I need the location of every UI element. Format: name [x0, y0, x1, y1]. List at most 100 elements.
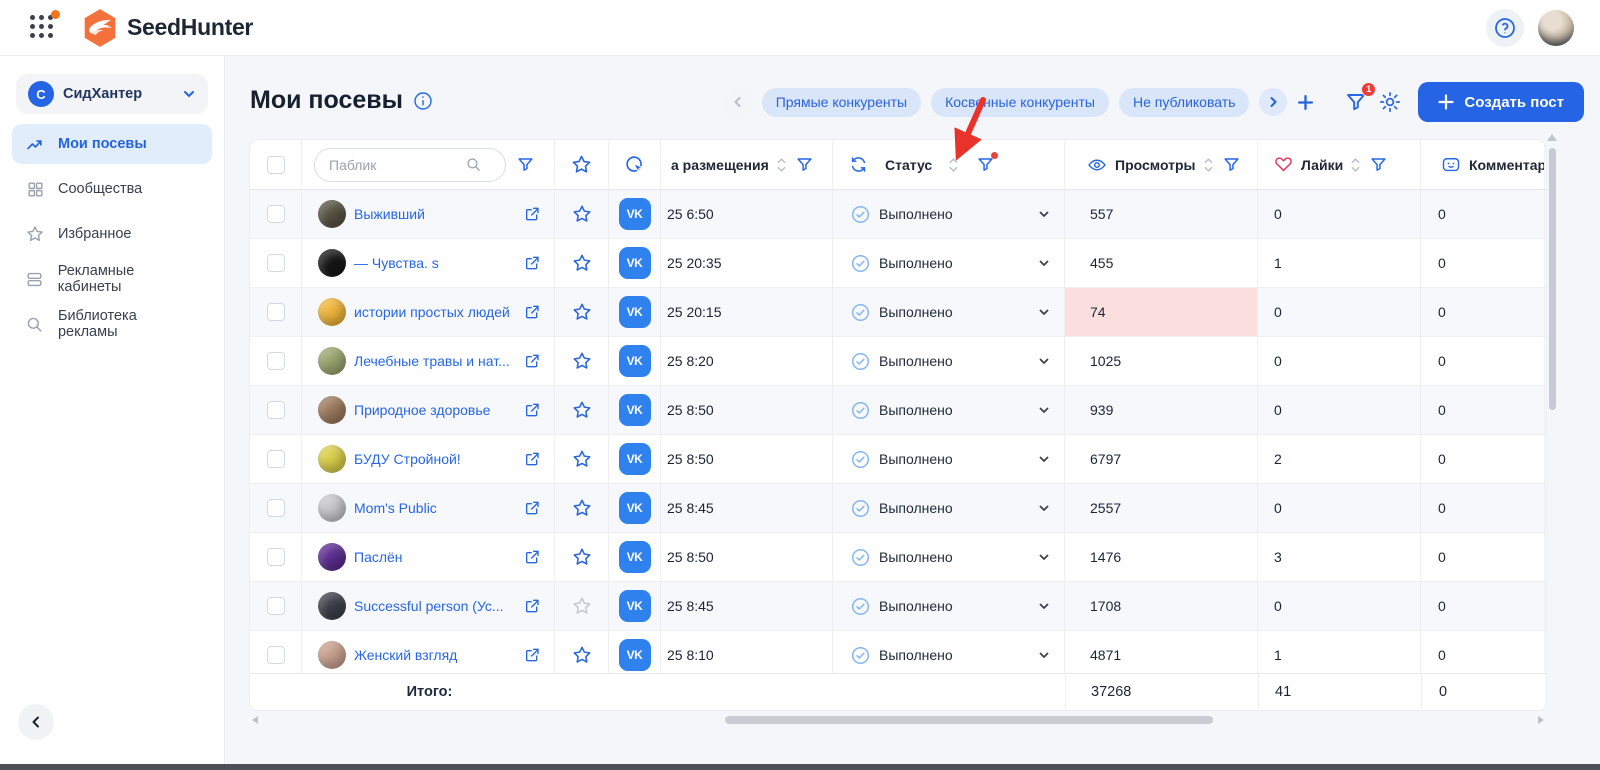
community-link[interactable]: — Чувства. ѕ: [354, 255, 516, 271]
likes-value: 0: [1274, 304, 1282, 320]
views-sort-control[interactable]: [1203, 157, 1213, 172]
table-body: Выживший VK 25 6:50 Выполнено 557 0 0 — …: [250, 190, 1546, 673]
community-link[interactable]: БУДУ Стройной!: [354, 451, 516, 467]
favorite-star-icon[interactable]: [571, 546, 593, 568]
tab-do-not-publish[interactable]: Не публиковать: [1118, 87, 1250, 117]
sidebar-item-ad-library[interactable]: Библиотека рекламы: [12, 304, 212, 344]
favorites-column-icon[interactable]: [570, 153, 593, 176]
scroll-right-arrow[interactable]: [1538, 716, 1544, 724]
add-tab-button[interactable]: [1297, 94, 1314, 111]
collapse-sidebar-button[interactable]: [18, 704, 54, 740]
account-switcher[interactable]: С СидХантер: [16, 74, 208, 114]
external-link-icon[interactable]: [524, 255, 540, 271]
horizontal-scrollbar[interactable]: [250, 714, 1546, 726]
help-icon[interactable]: [1486, 8, 1524, 47]
status-dropdown-chevron[interactable]: [1038, 649, 1050, 661]
external-link-icon[interactable]: [524, 353, 540, 369]
vk-icon: VK: [618, 247, 651, 279]
external-link-icon[interactable]: [524, 500, 540, 516]
row-checkbox[interactable]: [266, 303, 285, 321]
community-link[interactable]: Паслён: [354, 549, 516, 565]
favorite-star-icon[interactable]: [571, 497, 593, 519]
views-filter-funnel-icon[interactable]: [1222, 155, 1241, 174]
seedhunter-logo[interactable]: SeedHunter: [82, 8, 253, 48]
community-link[interactable]: Выживший: [354, 206, 516, 222]
status-dropdown-chevron[interactable]: [1038, 208, 1050, 220]
user-avatar[interactable]: [1538, 9, 1574, 46]
favorite-star-icon[interactable]: [571, 301, 593, 323]
external-link-icon[interactable]: [524, 402, 540, 418]
sidebar-item-favorites[interactable]: Избранное: [12, 214, 212, 254]
status-dropdown-chevron[interactable]: [1038, 404, 1050, 416]
status-check-icon: [851, 205, 870, 224]
sidebar-item-ad-cabinets[interactable]: Рекламные кабинеты: [12, 259, 212, 299]
favorite-star-icon[interactable]: [571, 252, 593, 274]
external-link-icon[interactable]: [524, 451, 540, 467]
scroll-left-arrow[interactable]: [252, 716, 258, 724]
external-link-icon[interactable]: [524, 304, 540, 320]
external-link-icon[interactable]: [524, 598, 540, 614]
tabs-scroll-right-button[interactable]: [1259, 88, 1288, 116]
external-link-icon[interactable]: [524, 206, 540, 222]
favorite-star-icon[interactable]: [571, 203, 593, 225]
views-value: 4871: [1090, 647, 1122, 663]
date-sort-control[interactable]: [777, 157, 786, 172]
status-dropdown-chevron[interactable]: [1038, 502, 1050, 514]
row-checkbox[interactable]: [266, 352, 285, 370]
sidebar-item-my-seeds[interactable]: Мои посевы: [12, 124, 212, 164]
row-checkbox[interactable]: [266, 450, 285, 468]
row-checkbox[interactable]: [266, 401, 285, 419]
status-sort-control[interactable]: [949, 157, 958, 172]
external-link-icon[interactable]: [524, 549, 540, 565]
tab-indirect-competitors[interactable]: Косвенные конкуренты: [931, 87, 1109, 117]
public-filter-funnel-icon[interactable]: [516, 155, 535, 174]
settings-button[interactable]: [1378, 90, 1402, 114]
sidebar: С СидХантер Мои посевы Сообщества Избран…: [0, 56, 225, 764]
community-link[interactable]: Лечебные травы и нат...: [354, 353, 516, 369]
status-dropdown-chevron[interactable]: [1038, 600, 1050, 612]
status-dropdown-chevron[interactable]: [1038, 355, 1050, 367]
favorite-star-icon[interactable]: [571, 448, 593, 470]
public-search-input[interactable]: [329, 156, 459, 173]
row-checkbox[interactable]: [266, 205, 285, 223]
external-link-icon[interactable]: [524, 647, 540, 663]
status-dropdown-chevron[interactable]: [1038, 257, 1050, 269]
community-link[interactable]: Successful person (Ус...: [354, 598, 516, 614]
status-refresh-icon[interactable]: [849, 155, 868, 174]
status-dropdown-chevron[interactable]: [1038, 551, 1050, 563]
community-link[interactable]: Mom's Public: [354, 500, 516, 516]
favorite-star-icon[interactable]: [571, 350, 593, 372]
favorite-star-icon[interactable]: [571, 644, 593, 666]
sidebar-item-communities[interactable]: Сообщества: [12, 169, 212, 209]
create-post-button[interactable]: Создать пост: [1418, 82, 1584, 122]
community-link[interactable]: истории простых людей: [354, 304, 516, 320]
info-icon[interactable]: [413, 91, 433, 111]
scroll-up-arrow[interactable]: [1547, 134, 1557, 141]
row-checkbox[interactable]: [266, 597, 285, 615]
row-checkbox[interactable]: [266, 548, 285, 566]
table-row: Mom's Public VK 25 8:45 Выполнено 2557 0…: [250, 484, 1546, 533]
likes-filter-funnel-icon[interactable]: [1369, 155, 1388, 174]
community-link[interactable]: Женский взгляд: [354, 647, 516, 663]
vertical-scrollbar[interactable]: [1547, 134, 1557, 708]
status-dropdown-chevron[interactable]: [1038, 453, 1050, 465]
row-checkbox[interactable]: [266, 646, 285, 664]
community-link[interactable]: Природное здоровье: [354, 402, 516, 418]
row-checkbox[interactable]: [266, 499, 285, 517]
status-filter-funnel-icon[interactable]: [976, 152, 999, 174]
horizontal-scrollbar-thumb[interactable]: [725, 716, 1213, 724]
apps-grid-icon[interactable]: [30, 9, 60, 41]
platform-column-icon[interactable]: [624, 154, 646, 176]
likes-sort-control[interactable]: [1351, 157, 1360, 172]
filters-button[interactable]: 1: [1344, 82, 1377, 114]
status-dropdown-chevron[interactable]: [1038, 306, 1050, 318]
favorite-star-icon[interactable]: [571, 595, 593, 617]
vertical-scrollbar-thumb[interactable]: [1549, 148, 1556, 410]
select-all-checkbox[interactable]: [266, 155, 285, 174]
favorite-star-icon[interactable]: [571, 399, 593, 421]
public-search[interactable]: [314, 147, 506, 182]
tabs-scroll-left-button[interactable]: [723, 88, 752, 116]
date-filter-funnel-icon[interactable]: [795, 155, 814, 174]
row-checkbox[interactable]: [266, 254, 285, 272]
tab-direct-competitors[interactable]: Прямые конкуренты: [761, 87, 922, 117]
